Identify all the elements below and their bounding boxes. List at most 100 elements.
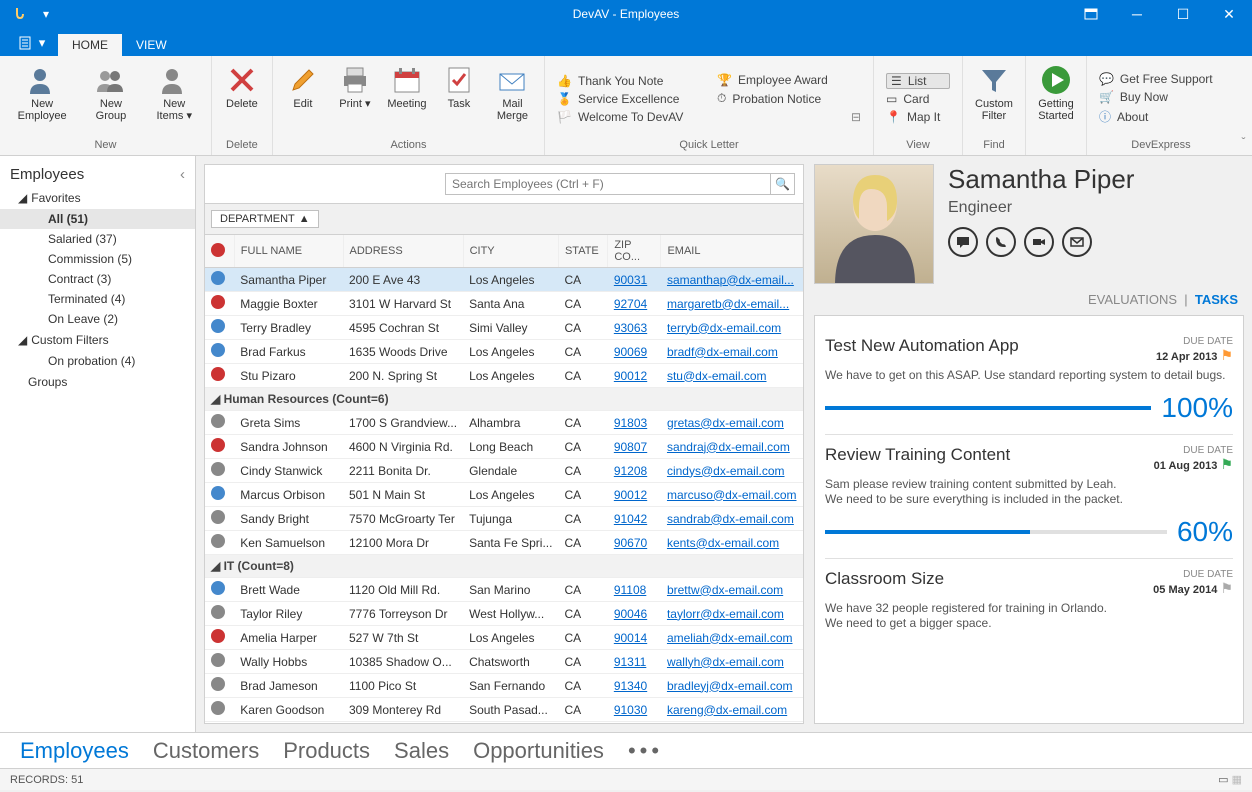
table-row[interactable]: Cindy Stanwick 2211 Bonita Dr. Glendale … xyxy=(205,459,803,483)
quick-letter-thankyou[interactable]: 👍Thank You Note xyxy=(557,73,701,89)
sidebar-item-salaried[interactable]: Salaried (37) xyxy=(0,229,195,249)
cell- email[interactable]: marcuso@dx-email.com xyxy=(667,488,797,502)
task-item[interactable]: Test New Automation App DUE DATE12 Apr 2… xyxy=(825,326,1233,435)
quick-letter-award[interactable]: 🏆Employee Award xyxy=(717,72,861,88)
view-map-button[interactable]: 📍Map It xyxy=(886,109,950,125)
table-row[interactable]: Wally Hobbs 10385 Shadow O... Chatsworth… xyxy=(205,650,803,674)
print-button[interactable]: Print ▾ xyxy=(329,60,381,137)
sidebar-item-probation[interactable]: On probation (4) xyxy=(0,351,195,371)
quick-letter-welcome[interactable]: 🏳️Welcome To DevAV xyxy=(557,109,701,125)
table-row[interactable]: Sandra Johnson 4600 N Virginia Rd. Long … xyxy=(205,435,803,459)
cell- email[interactable]: bradf@dx-email.com xyxy=(667,345,778,359)
cell-zip[interactable]: 91311 xyxy=(614,655,646,669)
cell- email[interactable]: kents@dx-email.com xyxy=(667,536,779,550)
cell- email[interactable]: terryb@dx-email.com xyxy=(667,321,781,335)
table-row[interactable]: Sandy Bright 7570 McGroarty Ter Tujunga … xyxy=(205,507,803,531)
close-button[interactable]: ✕ xyxy=(1206,0,1252,28)
sidebar-item-terminated[interactable]: Terminated (4) xyxy=(0,289,195,309)
table-row[interactable]: Brad Jameson 1100 Pico St San Fernando C… xyxy=(205,674,803,698)
cell-zip[interactable]: 91340 xyxy=(614,679,647,693)
cell- email[interactable]: cindys@dx-email.com xyxy=(667,464,785,478)
tab-home[interactable]: HOME xyxy=(58,34,122,56)
task-item[interactable]: Classroom Size DUE DATE05 May 2014 ⚑ We … xyxy=(825,559,1233,642)
new-group-button[interactable]: New Group xyxy=(80,60,141,137)
cell- email[interactable]: kareng@dx-email.com xyxy=(667,703,787,717)
custom-filter-button[interactable]: Custom Filter xyxy=(967,60,1021,137)
table-row[interactable]: Ken Samuelson 12100 Mora Dr Santa Fe Spr… xyxy=(205,531,803,555)
table-row[interactable]: Samantha Piper 200 E Ave 43 Los Angeles … xyxy=(205,268,803,292)
cell-zip[interactable]: 90012 xyxy=(614,369,647,383)
nav-employees[interactable]: Employees xyxy=(20,738,129,764)
view-toggle-1-icon[interactable]: ▭ xyxy=(1218,774,1228,786)
group-header[interactable]: ◢ IT (Count=8) xyxy=(205,555,803,578)
nav-sales[interactable]: Sales xyxy=(394,738,449,764)
tab-evaluations[interactable]: EVALUATIONS xyxy=(1088,292,1177,307)
cell-zip[interactable]: 90046 xyxy=(614,607,647,621)
cell-zip[interactable]: 90807 xyxy=(614,440,647,454)
cell- email[interactable]: ameliah@dx-email.com xyxy=(667,631,793,645)
cell- email[interactable]: taylorr@dx-email.com xyxy=(667,607,784,621)
sidebar-item-all[interactable]: All (51) xyxy=(0,209,195,229)
table-row[interactable]: Taylor Riley 7776 Torreyson Dr West Holl… xyxy=(205,602,803,626)
buy-now-button[interactable]: 🛒Buy Now xyxy=(1099,89,1223,105)
video-button[interactable] xyxy=(1024,227,1054,257)
table-row[interactable]: Brad Farkus 1635 Woods Drive Los Angeles… xyxy=(205,340,803,364)
view-list-button[interactable]: ☰List xyxy=(886,73,950,89)
cell-zip[interactable]: 90012 xyxy=(614,488,647,502)
cell-zip[interactable]: 90670 xyxy=(614,536,647,550)
qat-dropdown-icon[interactable]: ▾ xyxy=(34,3,58,25)
group-chip-department[interactable]: DEPARTMENT ▲ xyxy=(211,210,319,228)
tab-view[interactable]: VIEW xyxy=(122,34,181,56)
sidebar-group-groups[interactable]: Groups xyxy=(0,371,195,393)
cell-zip[interactable]: 91042 xyxy=(614,512,647,526)
cell-zip[interactable]: 90031 xyxy=(614,273,647,287)
table-row[interactable]: Karen Goodson 309 Monterey Rd South Pasa… xyxy=(205,698,803,722)
cell- email[interactable]: wallyh@dx-email.com xyxy=(667,655,784,669)
cell-zip[interactable]: 93063 xyxy=(614,321,647,335)
minimize-button[interactable]: ─ xyxy=(1114,0,1160,28)
chat-button[interactable] xyxy=(948,227,978,257)
cell-zip[interactable]: 91803 xyxy=(614,416,647,430)
nav-more-icon[interactable]: ••• xyxy=(628,738,663,764)
group-header[interactable]: ◢ Human Resources (Count=6) xyxy=(205,388,803,411)
nav-products[interactable]: Products xyxy=(283,738,370,764)
table-row[interactable]: Amelia Harper 527 W 7th St Los Angeles C… xyxy=(205,626,803,650)
ribbon-collapse-icon[interactable]: ˇ xyxy=(1235,56,1252,155)
search-input[interactable] xyxy=(446,174,770,194)
cell-zip[interactable]: 91030 xyxy=(614,703,647,717)
cell- email[interactable]: stu@dx-email.com xyxy=(667,369,767,383)
view-card-button[interactable]: ▭Card xyxy=(886,91,950,107)
task-item[interactable]: Review Training Content DUE DATE01 Aug 2… xyxy=(825,435,1233,559)
table-row[interactable]: Maggie Boxter 3101 W Harvard St Santa An… xyxy=(205,292,803,316)
edit-button[interactable]: Edit xyxy=(277,60,329,137)
quick-letter-service[interactable]: 🏅Service Excellence xyxy=(557,91,701,107)
new-items-button[interactable]: New Items ▾ xyxy=(142,60,207,137)
cell- email[interactable]: brettw@dx-email.com xyxy=(667,583,783,597)
email-button[interactable] xyxy=(1062,227,1092,257)
table-row[interactable]: Brett Wade 1120 Old Mill Rd. San Marino … xyxy=(205,578,803,602)
new-employee-button[interactable]: New Employee xyxy=(4,60,80,137)
quick-letter-probation[interactable]: ⏱Probation Notice xyxy=(717,90,861,107)
about-button[interactable]: ⓘAbout xyxy=(1099,107,1223,126)
sidebar-item-contract[interactable]: Contract (3) xyxy=(0,269,195,289)
table-row[interactable]: Greta Sims 1700 S Grandview... Alhambra … xyxy=(205,411,803,435)
table-row[interactable]: Terry Bradley 4595 Cochran St Simi Valle… xyxy=(205,316,803,340)
task-button[interactable]: Task xyxy=(433,60,485,137)
cell- email[interactable]: gretas@dx-email.com xyxy=(667,416,784,430)
nav-opportunities[interactable]: Opportunities xyxy=(473,738,604,764)
cell- email[interactable]: bradleyj@dx-email.com xyxy=(667,679,793,693)
table-row[interactable]: Stu Pizaro 200 N. Spring St Los Angeles … xyxy=(205,364,803,388)
meeting-button[interactable]: Meeting xyxy=(381,60,433,137)
qat-touch-icon[interactable] xyxy=(8,3,32,25)
mail-merge-button[interactable]: Mail Merge xyxy=(485,60,540,137)
call-button[interactable] xyxy=(986,227,1016,257)
search-icon[interactable]: 🔍 xyxy=(770,174,794,194)
cell-zip[interactable]: 90069 xyxy=(614,345,647,359)
cell-zip[interactable]: 92704 xyxy=(614,297,647,311)
nav-customers[interactable]: Customers xyxy=(153,738,259,764)
cell-zip[interactable]: 91108 xyxy=(614,583,646,597)
sidebar-collapse-icon[interactable]: ‹ xyxy=(180,166,185,183)
view-toggle-2-icon[interactable]: ▦ xyxy=(1232,774,1242,786)
sidebar-item-commission[interactable]: Commission (5) xyxy=(0,249,195,269)
table-row[interactable]: Morgan Kennedy 11222 Dilling St San Fern… xyxy=(205,722,803,724)
